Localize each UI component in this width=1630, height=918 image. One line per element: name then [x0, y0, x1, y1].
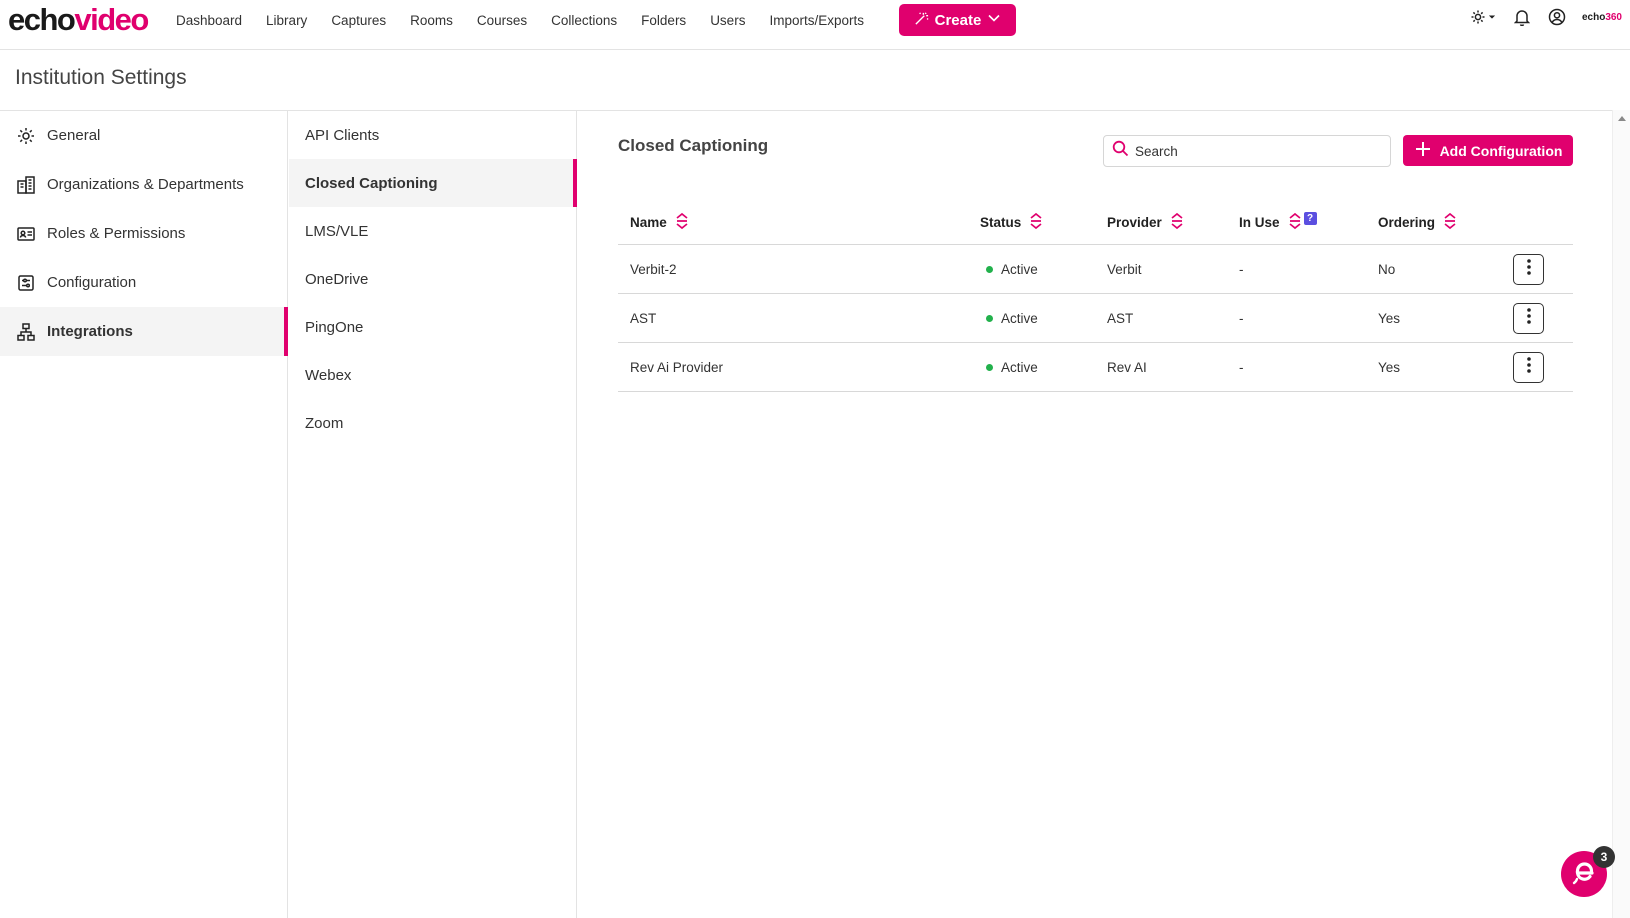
subnav-item-webex[interactable]: Webex	[289, 351, 576, 399]
cell-ordering: Yes	[1378, 311, 1401, 326]
captioning-table: Name Status Provider In Use ? Ordering V…	[618, 198, 1573, 392]
status-dot	[986, 363, 993, 371]
gear-icon	[16, 126, 36, 146]
search-input[interactable]	[1135, 143, 1375, 159]
cell-provider: Rev AI	[1107, 360, 1147, 375]
network-icon	[16, 322, 36, 342]
search-icon	[1112, 140, 1129, 162]
top-navigation: echovideo Dashboard Library Captures Roo…	[0, 0, 1630, 50]
row-actions-button[interactable]	[1513, 352, 1544, 383]
column-header-in-use[interactable]: In Use ?	[1239, 212, 1317, 233]
cell-in-use: -	[1239, 262, 1244, 277]
subnav-item-closed-captioning[interactable]: Closed Captioning	[289, 159, 577, 207]
sidebar-item-label: Organizations & Departments	[47, 176, 244, 193]
sidebar-item-roles-permissions[interactable]: Roles & Permissions	[0, 209, 287, 258]
page-title: Institution Settings	[15, 66, 187, 89]
gear-icon[interactable]	[1470, 8, 1496, 26]
building-icon	[16, 175, 36, 195]
cell-name: Rev Ai Provider	[630, 360, 724, 375]
sort-icon	[667, 212, 689, 233]
sort-icon	[1280, 212, 1302, 233]
sidebar-item-label: Configuration	[47, 274, 137, 291]
nav-library[interactable]: Library	[266, 13, 307, 28]
bell-icon[interactable]	[1513, 8, 1530, 26]
page-scrollbar[interactable]	[1612, 110, 1630, 918]
sort-icon	[1435, 212, 1457, 233]
magic-wand-icon	[908, 11, 935, 30]
table-header: Name Status Provider In Use ? Ordering	[618, 198, 1573, 245]
create-button-label: Create	[934, 11, 982, 29]
column-header-status[interactable]: Status	[980, 212, 1043, 233]
sort-icon	[1021, 212, 1043, 233]
section-title: Closed Captioning	[618, 136, 769, 155]
cell-status: Active	[986, 360, 1038, 375]
nav-collections[interactable]: Collections	[551, 13, 617, 28]
echo360-logo[interactable]: echo360	[1582, 12, 1622, 23]
cell-provider: AST	[1107, 311, 1134, 326]
sliders-icon	[16, 273, 36, 293]
scroll-up-arrow-icon[interactable]	[1618, 116, 1626, 121]
column-header-ordering[interactable]: Ordering	[1378, 212, 1457, 233]
row-actions-button[interactable]	[1513, 254, 1544, 285]
nav-rooms[interactable]: Rooms	[410, 13, 453, 28]
nav-imports-exports[interactable]: Imports/Exports	[769, 13, 864, 28]
sidebar-item-label: Integrations	[47, 323, 133, 340]
table-row: Verbit-2 Active Verbit - No	[618, 245, 1573, 294]
row-actions-button[interactable]	[1513, 303, 1544, 334]
sidebar-item-general[interactable]: General	[0, 111, 287, 160]
nav-folders[interactable]: Folders	[641, 13, 686, 28]
sidebar-item-label: Roles & Permissions	[47, 225, 186, 242]
nav-dashboard[interactable]: Dashboard	[176, 13, 242, 28]
cell-ordering: No	[1378, 262, 1396, 277]
status-dot	[986, 265, 993, 273]
settings-sidebar: General Organizations & Departments Role…	[0, 111, 288, 918]
add-configuration-button[interactable]: Add Configuration	[1403, 135, 1573, 166]
sidebar-item-configuration[interactable]: Configuration	[0, 258, 287, 307]
id-card-icon	[16, 224, 36, 244]
sort-icon	[1162, 212, 1184, 233]
cell-in-use: -	[1239, 360, 1244, 375]
subnav-item-onedrive[interactable]: OneDrive	[289, 255, 576, 303]
nav-courses[interactable]: Courses	[477, 13, 527, 28]
table-row: AST Active AST - Yes	[618, 294, 1573, 343]
user-circle-icon[interactable]	[1548, 8, 1566, 26]
nav-users[interactable]: Users	[710, 13, 745, 28]
cell-in-use: -	[1239, 311, 1244, 326]
status-dot	[986, 314, 993, 322]
column-header-provider[interactable]: Provider	[1107, 212, 1184, 233]
sidebar-item-organizations[interactable]: Organizations & Departments	[0, 160, 287, 209]
plus-icon	[1414, 140, 1440, 161]
kebab-menu-icon	[1526, 258, 1532, 281]
create-button[interactable]: Create	[899, 4, 1016, 36]
cell-ordering: Yes	[1378, 360, 1401, 375]
subnav-item-lms-vle[interactable]: LMS/VLE	[289, 207, 576, 255]
subnav-item-api-clients[interactable]: API Clients	[289, 111, 576, 159]
echovideo-logo[interactable]: echovideo	[8, 4, 149, 36]
chevron-down-icon	[981, 11, 1007, 29]
main-nav-links: Dashboard Library Captures Rooms Courses…	[176, 0, 888, 40]
integrations-subnav: API Clients Closed Captioning LMS/VLE On…	[289, 111, 577, 918]
cell-name: Verbit-2	[630, 262, 677, 277]
search-box	[1103, 135, 1391, 167]
cell-status: Active	[986, 311, 1038, 326]
help-icon[interactable]: ?	[1303, 212, 1317, 225]
chat-notification-badge: 3	[1593, 846, 1615, 868]
add-configuration-label: Add Configuration	[1439, 142, 1563, 159]
nav-captures[interactable]: Captures	[331, 13, 386, 28]
column-header-name[interactable]: Name	[630, 212, 689, 233]
kebab-menu-icon	[1526, 356, 1532, 379]
top-right-tools: echo360	[1452, 8, 1622, 26]
cell-name: AST	[630, 311, 657, 326]
kebab-menu-icon	[1526, 307, 1532, 330]
cell-status: Active	[986, 262, 1038, 277]
table-row: Rev Ai Provider Active Rev AI - Yes	[618, 343, 1573, 392]
sidebar-item-integrations[interactable]: Integrations	[0, 307, 288, 356]
subnav-item-pingone[interactable]: PingOne	[289, 303, 576, 351]
subnav-item-zoom[interactable]: Zoom	[289, 399, 576, 447]
cell-provider: Verbit	[1107, 262, 1142, 277]
sidebar-item-label: General	[47, 127, 101, 144]
